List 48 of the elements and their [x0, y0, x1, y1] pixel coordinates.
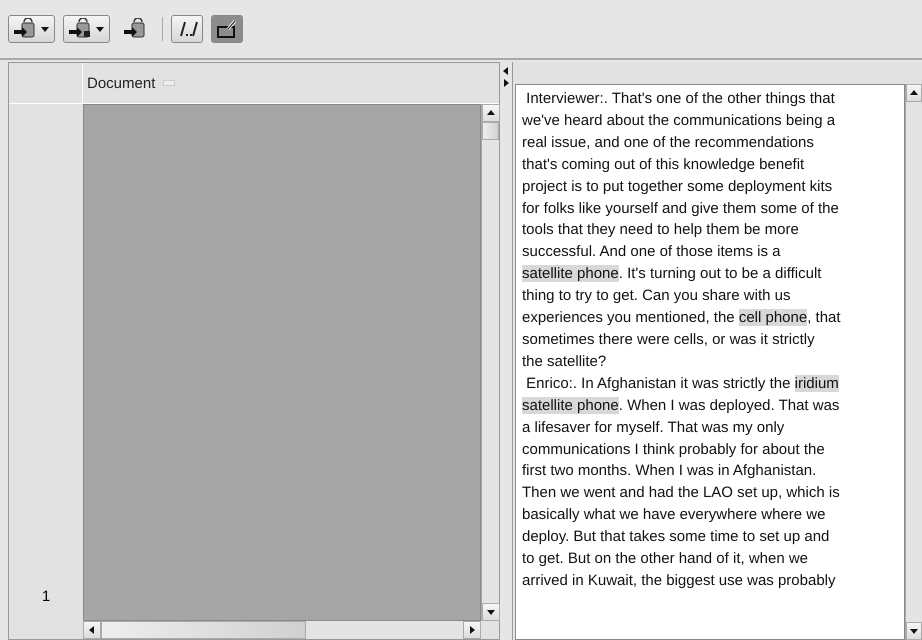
- transcript-line: to get. But on the other hand of it, when we: [522, 549, 810, 570]
- transcript-line: tools that they need to help them be more: [522, 220, 800, 240]
- transcript-line: that's coming out of this knowledge benefit: [522, 154, 806, 175]
- text-scrollbar[interactable]: [905, 84, 922, 640]
- toggle-tool-button[interactable]: [211, 15, 243, 43]
- row-number: 1: [42, 588, 50, 605]
- collapse-left-icon: [501, 66, 511, 76]
- transcript-line: basically what we have everywhere where we: [522, 505, 826, 526]
- toggle-tool-button[interactable]: [171, 15, 203, 43]
- transcript-line: first two months. When I was in Afghanistan.: [522, 461, 818, 482]
- scroll-down-icon: [486, 607, 496, 617]
- transcript-line: project is to put together some deployment kits: [522, 176, 834, 197]
- transcript-line: successful. And one of those items is a: [522, 242, 782, 262]
- transcript-line: arrived in Kuwait, the biggest use was probably: [522, 570, 837, 591]
- scroll-up-icon: [909, 88, 919, 98]
- scrollbar-thumb[interactable]: [482, 122, 499, 140]
- sort-indicator-icon: [163, 80, 176, 86]
- transcript-line: communications I think probably for about the: [522, 440, 826, 460]
- transcript-line: Interviewer:. That's one of the other things that: [525, 89, 836, 109]
- scroll-right-icon: [467, 625, 477, 635]
- column-title: Document: [87, 74, 156, 92]
- collapse-right-icon: [501, 78, 511, 88]
- transcript-line: the satellite?: [522, 352, 608, 372]
- scroll-left-icon: [87, 625, 97, 635]
- dropdown-tool-button[interactable]: [63, 15, 110, 43]
- transcript-line: sometimes there were cells, or was it strictly: [522, 330, 816, 350]
- transcript-line: satellite phone. It's turning out to be a difficult: [522, 264, 822, 284]
- transcript-line: real issue, and one of the recommendations: [522, 132, 815, 153]
- toolbar-separator: [162, 17, 163, 41]
- transcript-line: we've heard about the communications being a: [522, 110, 836, 131]
- transcript-line: Then we went and had the LAO set up, which is: [522, 483, 841, 504]
- transcript-line: Enrico:. In Afghanistan it was strictly the iridium: [525, 374, 840, 394]
- dropdown-tool-button[interactable]: [8, 15, 55, 43]
- transcript-line: satellite phone. When I was deployed. That was: [522, 396, 840, 416]
- transcript-line: thing to try to get. Can you share with us: [522, 286, 792, 306]
- transcript-line: experiences you mentioned, the cell phone, that: [522, 308, 842, 328]
- transcript-text-area[interactable]: [515, 84, 905, 640]
- transcript-line: deploy. But that takes some time to set up and: [522, 527, 830, 548]
- horizontal-scrollbar[interactable]: [83, 621, 481, 639]
- scroll-down-icon: [909, 626, 919, 636]
- transcript-line: for folks like yourself and give them some of the: [522, 198, 840, 219]
- edit-box-icon: [216, 19, 238, 39]
- scroll-up-icon: [486, 108, 496, 118]
- caret-icon: [95, 24, 105, 34]
- caret-icon: [40, 24, 50, 34]
- scrollbar-thumb[interactable]: [101, 621, 306, 639]
- vertical-scrollbar[interactable]: [481, 104, 499, 621]
- transcript-line: a lifesaver for myself. That was my only: [522, 418, 786, 438]
